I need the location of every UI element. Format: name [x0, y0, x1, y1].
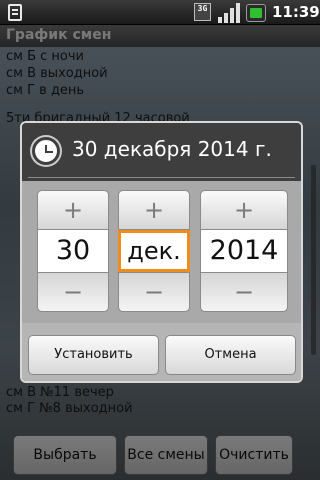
- month-decrement-button[interactable]: −: [118, 272, 190, 312]
- clock-icon: [32, 137, 60, 165]
- year-picker: + 2014 −: [200, 190, 288, 312]
- day-picker: + 30 −: [37, 190, 109, 312]
- minus-icon: −: [233, 278, 255, 306]
- minus-icon: −: [62, 278, 84, 306]
- day-field[interactable]: 30: [37, 230, 109, 272]
- plus-icon: +: [143, 196, 165, 224]
- divider: [28, 177, 295, 178]
- 3g-icon: 3G: [194, 3, 211, 21]
- notification-icon: [8, 4, 22, 21]
- month-increment-button[interactable]: +: [118, 190, 190, 230]
- picker-area: + 30 − + дек. − + 2014 −: [22, 181, 301, 323]
- month-field[interactable]: дек.: [118, 230, 190, 272]
- cancel-button[interactable]: Отмена: [165, 335, 296, 375]
- signal-icon: [218, 3, 240, 23]
- day-increment-button[interactable]: +: [37, 190, 109, 230]
- status-time: 11:39: [272, 3, 320, 21]
- year-increment-button[interactable]: +: [200, 190, 288, 230]
- set-button[interactable]: Установить: [28, 335, 159, 375]
- minus-icon: −: [143, 278, 165, 306]
- month-picker: + дек. −: [118, 190, 190, 312]
- plus-icon: +: [62, 196, 84, 224]
- dialog-title: 30 декабря 2014 г.: [72, 137, 272, 161]
- day-decrement-button[interactable]: −: [37, 272, 109, 312]
- battery-icon: [246, 4, 266, 22]
- dialog-button-bar: Установить Отмена: [22, 323, 301, 381]
- year-decrement-button[interactable]: −: [200, 272, 288, 312]
- dialog-header: 30 декабря 2014 г.: [22, 123, 301, 181]
- date-picker-dialog: 30 декабря 2014 г. + 30 − + дек. − + 201…: [20, 121, 303, 383]
- plus-icon: +: [233, 196, 255, 224]
- status-bar: 3G 11:39: [0, 0, 320, 25]
- year-field[interactable]: 2014: [200, 230, 288, 272]
